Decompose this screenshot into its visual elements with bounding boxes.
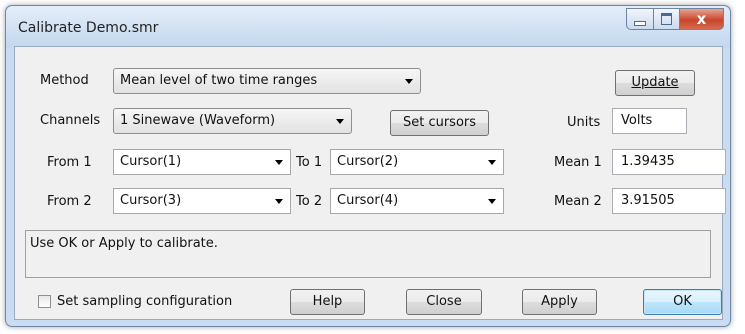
to2-dropdown[interactable]: Cursor(4) [330,188,504,214]
channels-label: Channels [40,113,101,128]
minimize-icon [634,20,646,26]
status-area: Use OK or Apply to calibrate. [25,230,711,278]
mean1-field[interactable]: 1.39435 [612,149,726,175]
close-button-label: Close [426,294,462,309]
title-bar[interactable]: Calibrate Demo.smr x [6,6,730,48]
from1-dropdown[interactable]: Cursor(1) [113,149,291,175]
from1-label: From 1 [47,155,92,170]
ok-button[interactable]: OK [643,289,722,315]
set-cursors-button[interactable]: Set cursors [390,110,489,136]
units-label: Units [567,115,601,130]
update-button-label: Update [631,75,679,90]
mean1-label: Mean 1 [554,155,602,170]
to1-label: To 1 [296,155,323,170]
update-button[interactable]: Update [615,70,695,96]
status-text: Use OK or Apply to calibrate. [30,236,218,251]
mean2-label: Mean 2 [554,194,602,209]
from2-dropdown[interactable]: Cursor(3) [113,188,291,214]
channels-value: 1 Sinewave (Waveform) [120,113,276,128]
mean1-value: 1.39435 [621,154,675,169]
channels-dropdown[interactable]: 1 Sinewave (Waveform) [113,108,352,134]
method-value: Mean level of two time ranges [120,73,318,88]
mean2-value: 3.91505 [621,193,675,208]
chevron-down-icon [336,119,344,124]
from2-value: Cursor(3) [120,193,182,208]
apply-button[interactable]: Apply [522,289,597,315]
help-button[interactable]: Help [290,289,365,315]
close-icon: x [696,10,707,28]
units-value: Volts [621,113,653,128]
method-label: Method [40,73,89,88]
chevron-down-icon [405,79,413,84]
chevron-down-icon [275,160,283,165]
to2-value: Cursor(4) [337,193,399,208]
sampling-checkbox-label[interactable]: Set sampling configuration [57,294,232,309]
method-dropdown[interactable]: Mean level of two time ranges [113,68,421,94]
close-window-button[interactable]: x [679,8,724,30]
maximize-button[interactable] [653,8,680,30]
to1-dropdown[interactable]: Cursor(2) [330,149,504,175]
chevron-down-icon [488,199,496,204]
help-button-label: Help [312,294,343,309]
maximize-icon [661,13,672,25]
apply-button-label: Apply [541,294,578,309]
set-cursors-label: Set cursors [402,115,477,130]
chevron-down-icon [275,199,283,204]
calibrate-dialog: Calibrate Demo.smr x Method Mean level o… [5,5,731,327]
to1-value: Cursor(2) [337,154,399,169]
minimize-button[interactable] [626,8,654,30]
to2-label: To 2 [296,194,323,209]
dialog-body: Method Mean level of two time ranges Upd… [14,46,726,320]
from2-label: From 2 [47,194,92,209]
close-button[interactable]: Close [406,289,482,315]
chevron-down-icon [488,160,496,165]
window-title: Calibrate Demo.smr [18,20,159,36]
from1-value: Cursor(1) [120,154,182,169]
ok-button-label: OK [673,294,692,309]
units-field[interactable]: Volts [612,108,687,134]
mean2-field[interactable]: 3.91505 [612,188,726,214]
sampling-checkbox[interactable] [38,295,51,308]
